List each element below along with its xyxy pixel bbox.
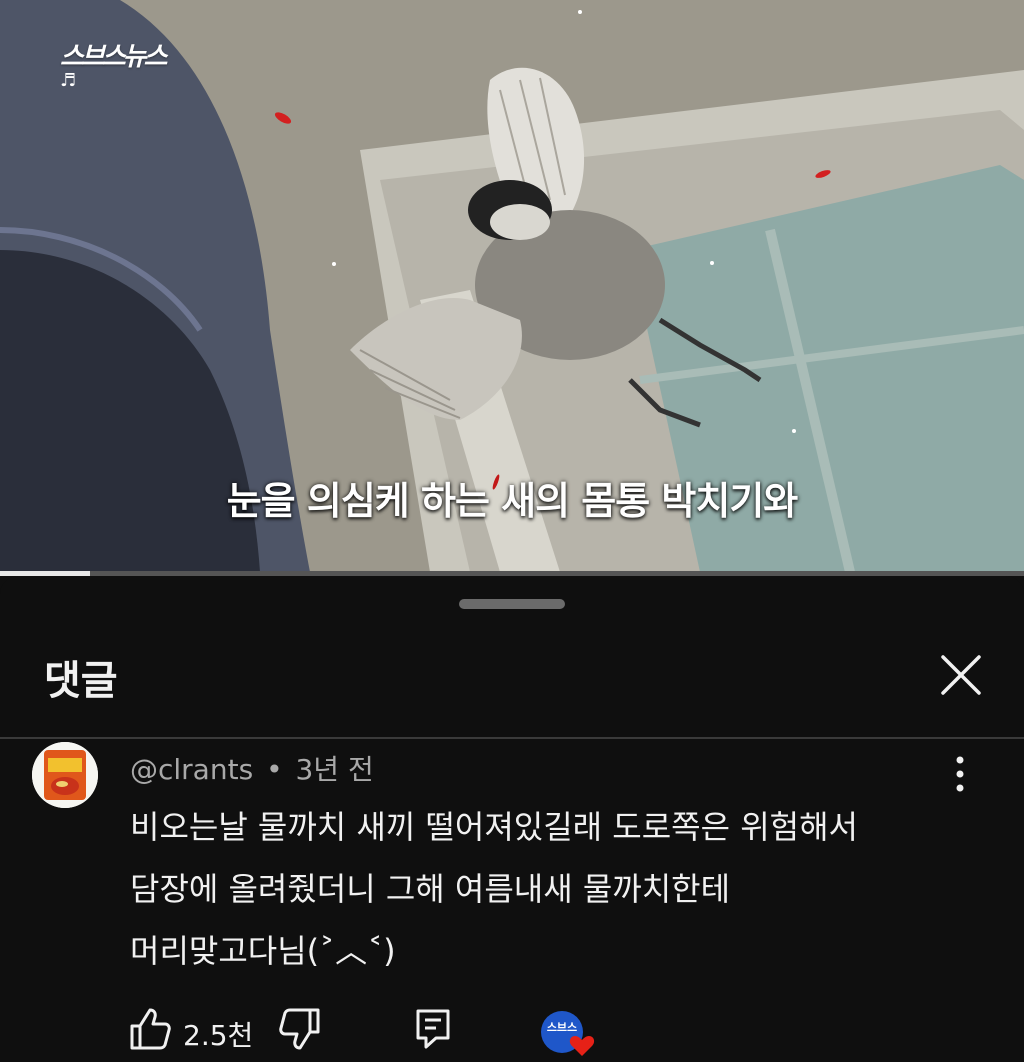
drag-handle[interactable] — [459, 599, 565, 609]
like-count: 2.5천 — [183, 1019, 254, 1052]
comment-author[interactable]: @clrants — [130, 753, 253, 786]
comments-sheet: 댓글 @clrants • 3년 전 비오는날 물까치 새끼 떨어져있길래 도로… — [0, 576, 1024, 1057]
music-note-icon: ♬ — [60, 70, 77, 91]
comment-text-line: 담장에 올려줬더니 그해 여름내새 물까치한테 — [130, 870, 731, 908]
thumbs-up-icon — [130, 1008, 171, 1050]
more-options-button[interactable] — [942, 752, 978, 796]
like-button[interactable] — [128, 1006, 172, 1052]
meta-separator: • — [266, 753, 283, 786]
thumbs-down-icon — [279, 1008, 320, 1050]
reply-button[interactable] — [414, 1008, 452, 1050]
dislike-button[interactable] — [278, 1006, 322, 1052]
reply-comment-icon — [416, 1009, 450, 1049]
video-subtitle: 눈을 의심케 하는 새의 몸통 박치기와 — [226, 479, 799, 523]
comment-text-line: 비오는날 물까치 새끼 떨어져있길래 도로쪽은 위험해서 — [130, 808, 858, 846]
divider — [0, 737, 1024, 739]
video-player[interactable]: 스브스뉴스 ♬ 눈을 의심케 하는 새의 몸통 박치기와 — [0, 0, 1024, 572]
creator-heart-badge: 스브스 — [540, 1008, 598, 1058]
creator-badge-text: 스브스 — [547, 1021, 577, 1034]
close-icon — [941, 655, 981, 695]
creator-avatar-heart-icon: 스브스 — [541, 1011, 595, 1056]
noodle-package-avatar-icon — [32, 742, 98, 808]
comment-meta: @clrants • 3년 전 — [130, 748, 374, 788]
comment-time: 3년 전 — [295, 753, 374, 786]
comment-text-line: 머리맞고다님(˃︿˂) — [130, 932, 396, 970]
close-button[interactable] — [936, 650, 986, 700]
comments-title: 댓글 — [44, 658, 118, 704]
more-vert-icon — [956, 756, 964, 792]
avatar[interactable] — [32, 742, 98, 808]
comment-actions: 2.5천 스브스 — [128, 1006, 608, 1056]
channel-watermark: 스브스뉴스 — [60, 42, 168, 72]
